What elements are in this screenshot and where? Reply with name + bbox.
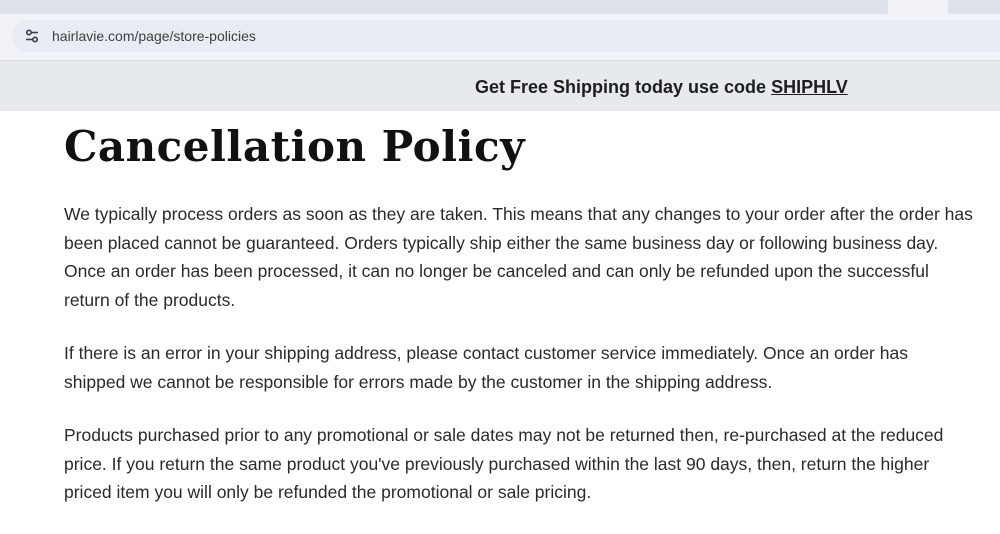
promo-banner: Get Free Shipping today use code SHIPHLV: [0, 61, 1000, 111]
tab-strip: [0, 0, 1000, 14]
inactive-tab[interactable]: [0, 0, 888, 12]
browser-chrome: hairlavie.com/page/store-policies: [0, 0, 1000, 61]
page-title: Cancellation Policy: [64, 122, 525, 171]
inactive-tab-right[interactable]: [948, 0, 1000, 12]
policy-paragraph-3: Products purchased prior to any promotio…: [64, 425, 944, 502]
address-bar[interactable]: hairlavie.com/page/store-policies: [12, 20, 1000, 52]
promo-code-link[interactable]: SHIPHLV: [771, 77, 848, 97]
policy-paragraph-2: If there is an error in your shipping ad…: [64, 343, 908, 392]
policy-paragraph-1: We typically process orders as soon as t…: [64, 204, 973, 310]
browser-toolbar: hairlavie.com/page/store-policies: [0, 14, 1000, 61]
url-text[interactable]: hairlavie.com/page/store-policies: [52, 26, 256, 46]
promo-message: Get Free Shipping today use code SHIPHLV: [475, 76, 848, 98]
active-tab-edge: [888, 0, 948, 14]
policy-content: We typically process orders as soon as t…: [64, 200, 974, 532]
promo-text: Get Free Shipping today use code: [475, 77, 772, 97]
tune-icon[interactable]: [24, 28, 40, 44]
